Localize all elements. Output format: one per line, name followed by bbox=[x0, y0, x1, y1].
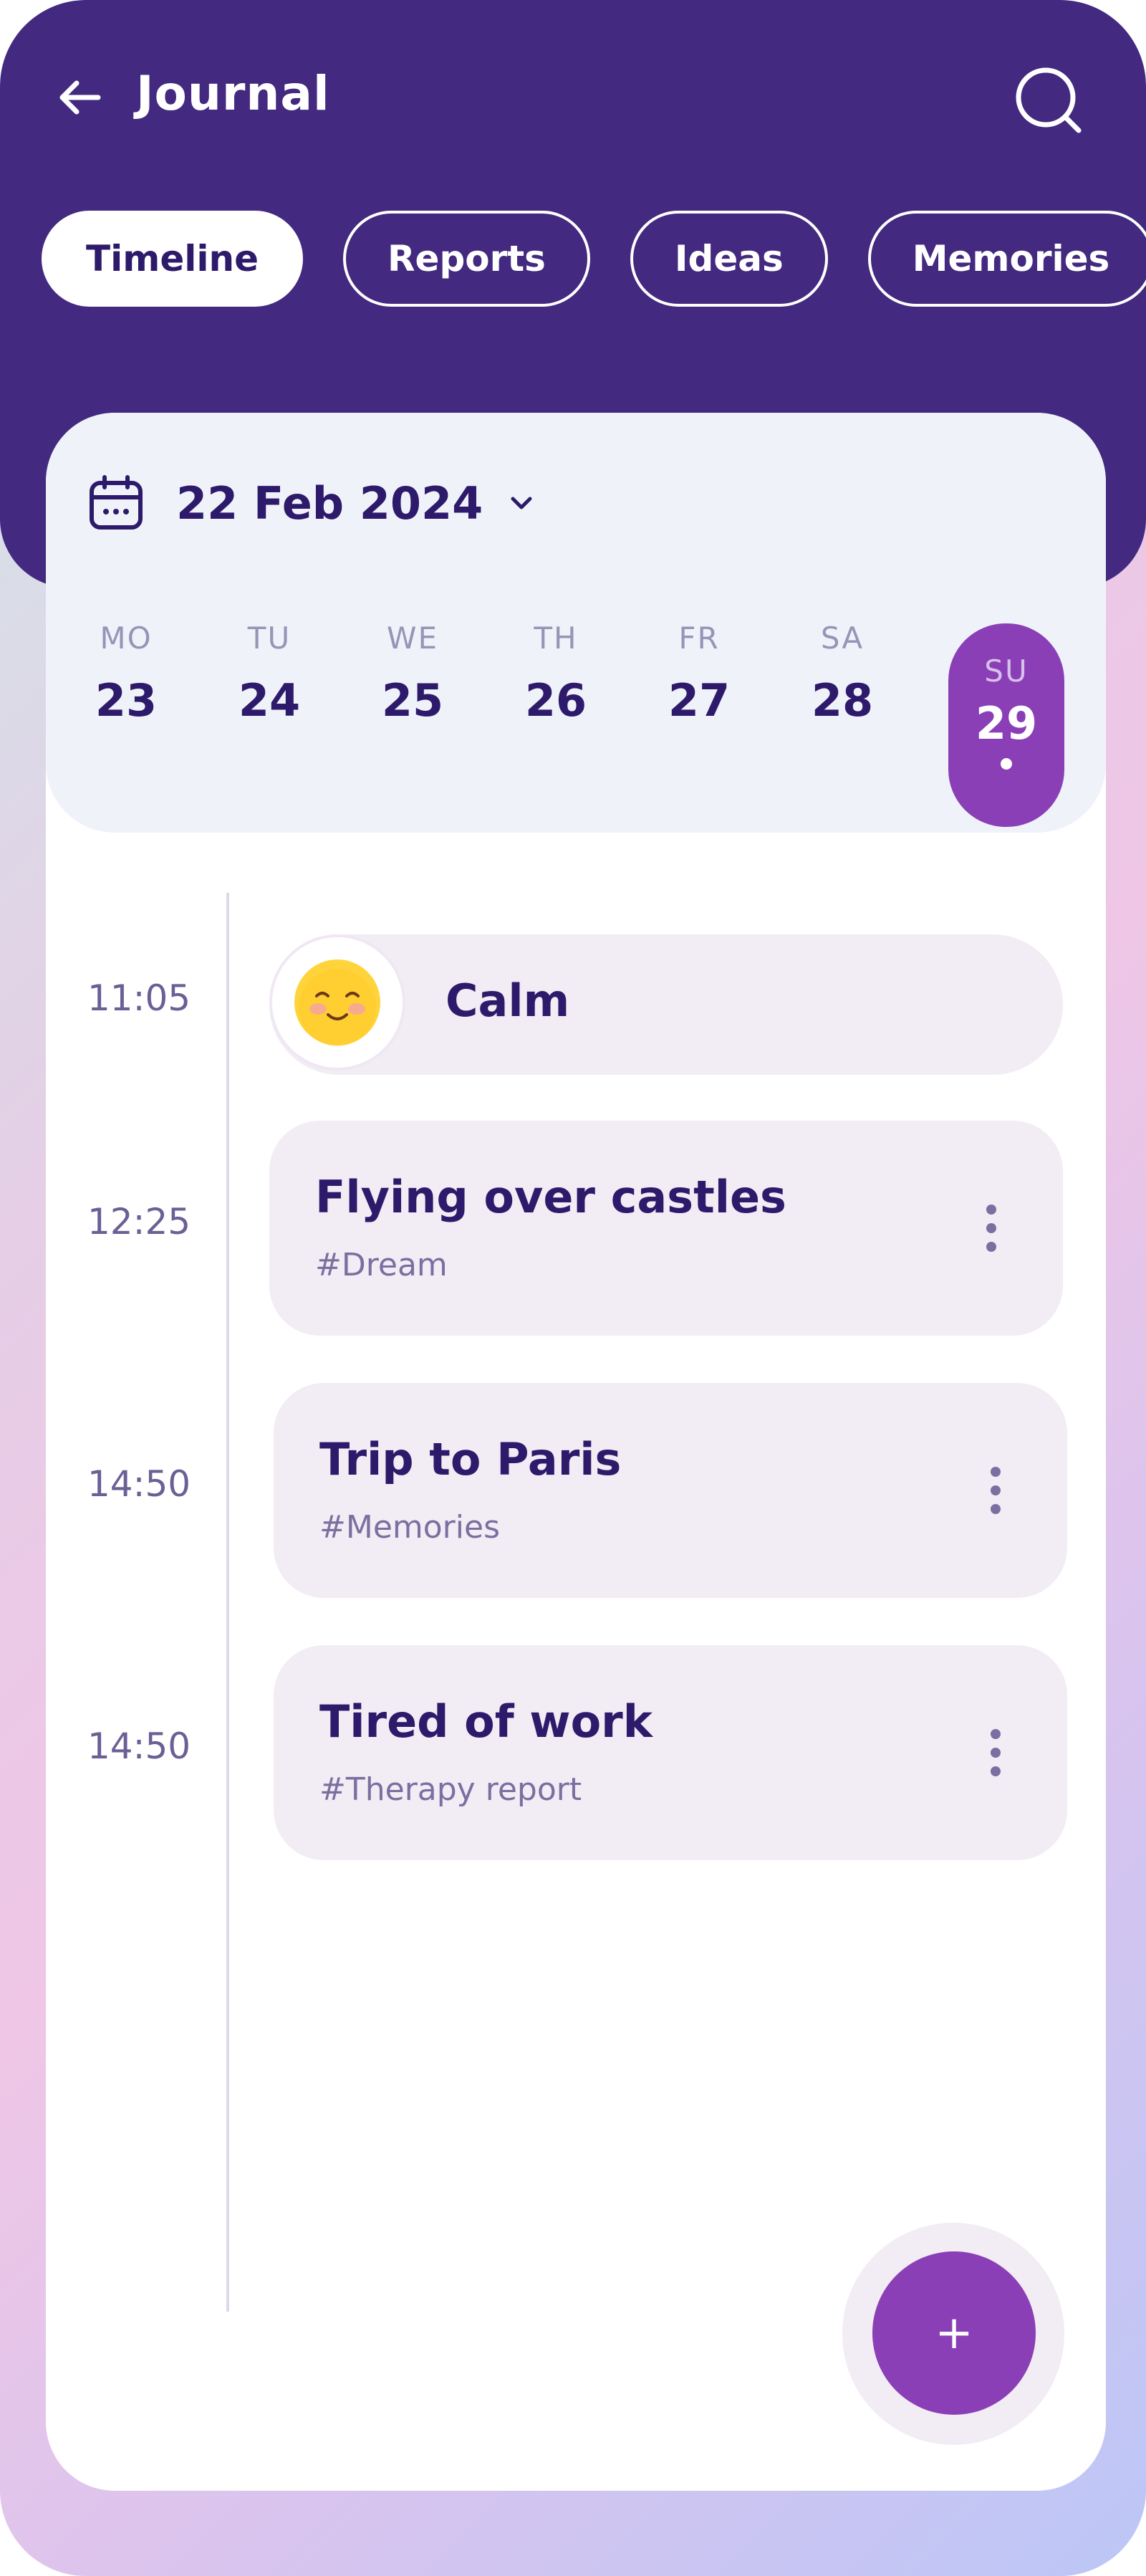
journal-card: 22 Feb 2024 MO 23 TU 24 WE 25 TH 26 FR 2… bbox=[46, 413, 1106, 2491]
day-sa[interactable]: SA 28 bbox=[799, 621, 885, 821]
more-vertical-icon[interactable] bbox=[977, 1200, 1006, 1257]
day-number: 23 bbox=[95, 674, 158, 727]
day-name: TU bbox=[247, 621, 292, 656]
tab-reports[interactable]: Reports bbox=[343, 211, 590, 307]
add-entry-button[interactable]: + bbox=[872, 2251, 1036, 2415]
entry-time: 14:50 bbox=[87, 1725, 191, 1767]
journal-entry[interactable]: Trip to Paris #Memories bbox=[274, 1383, 1067, 1598]
entry-title: Tired of work bbox=[319, 1695, 653, 1748]
day-number: 29 bbox=[975, 697, 1038, 750]
selected-date: 22 Feb 2024 bbox=[176, 477, 483, 530]
day-mo[interactable]: MO 23 bbox=[83, 621, 169, 821]
day-name: SU bbox=[984, 653, 1029, 689]
week-strip: MO 23 TU 24 WE 25 TH 26 FR 27 SA 28 SU 2… bbox=[83, 621, 1106, 835]
search-icon[interactable] bbox=[1010, 62, 1089, 140]
entry-title: Trip to Paris bbox=[319, 1433, 622, 1485]
day-name: SA bbox=[820, 621, 865, 656]
more-vertical-icon[interactable] bbox=[981, 1462, 1010, 1519]
date-picker[interactable]: 22 Feb 2024 bbox=[86, 473, 539, 533]
tab-timeline[interactable]: Timeline bbox=[42, 211, 304, 307]
entry-time: 11:05 bbox=[87, 977, 191, 1019]
chevron-down-icon bbox=[511, 497, 532, 509]
day-su-selected[interactable]: SU 29 bbox=[948, 623, 1064, 827]
day-name: FR bbox=[678, 621, 720, 656]
entry-time: 12:25 bbox=[87, 1201, 191, 1242]
arrow-left-icon[interactable] bbox=[52, 69, 109, 126]
day-tu[interactable]: TU 24 bbox=[226, 621, 312, 821]
entry-tag: #Dream bbox=[315, 1247, 448, 1283]
tab-bar: Timeline Reports Ideas Memories bbox=[42, 211, 1146, 311]
calendar-icon bbox=[90, 475, 143, 530]
day-number: 26 bbox=[524, 674, 587, 727]
today-dot bbox=[1001, 758, 1012, 770]
page-title: Journal bbox=[136, 66, 330, 121]
entry-title: Flying over castles bbox=[315, 1171, 786, 1223]
day-number: 24 bbox=[238, 674, 301, 727]
mood-entry[interactable]: Calm bbox=[269, 934, 1063, 1075]
entry-time: 14:50 bbox=[87, 1463, 191, 1505]
journal-entry[interactable]: Flying over castles #Dream bbox=[269, 1121, 1063, 1336]
day-name: WE bbox=[386, 621, 439, 656]
smiling-face-icon bbox=[269, 934, 405, 1071]
day-th[interactable]: TH 26 bbox=[513, 621, 599, 821]
day-name: MO bbox=[100, 621, 153, 656]
timeline-line bbox=[226, 893, 229, 2312]
journal-screen: Journal Timeline Reports Ideas Memories bbox=[0, 0, 1146, 2576]
entry-tag: #Memories bbox=[319, 1509, 500, 1546]
day-we[interactable]: WE 25 bbox=[370, 621, 456, 821]
day-name: TH bbox=[534, 621, 578, 656]
mood-label: Calm bbox=[446, 975, 570, 1027]
date-panel: 22 Feb 2024 MO 23 TU 24 WE 25 TH 26 FR 2… bbox=[46, 413, 1106, 833]
day-fr[interactable]: FR 27 bbox=[656, 621, 742, 821]
tab-ideas[interactable]: Ideas bbox=[630, 211, 828, 307]
entry-tag: #Therapy report bbox=[319, 1771, 582, 1808]
journal-entry[interactable]: Tired of work #Therapy report bbox=[274, 1645, 1067, 1860]
day-number: 27 bbox=[668, 674, 731, 727]
day-number: 25 bbox=[381, 674, 444, 727]
more-vertical-icon[interactable] bbox=[981, 1724, 1010, 1781]
tab-memories[interactable]: Memories bbox=[867, 211, 1146, 307]
day-number: 28 bbox=[811, 674, 874, 727]
